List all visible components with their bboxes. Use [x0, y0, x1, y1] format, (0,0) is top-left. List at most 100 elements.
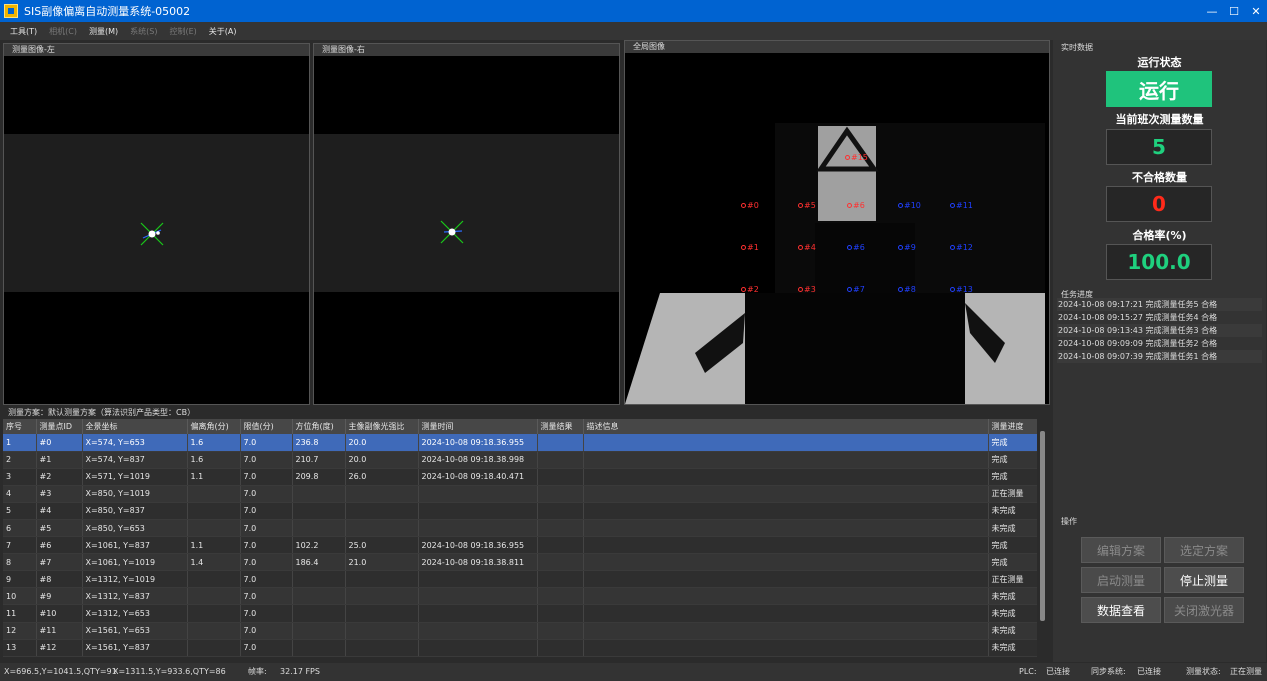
table-row[interactable]: 5 #4 X=850, Y=837 7.0 未完成	[3, 502, 1038, 520]
start-measure-button[interactable]: 启动测量	[1081, 567, 1161, 593]
point-label: #6	[853, 243, 865, 252]
point-ring-icon	[741, 245, 746, 250]
table-cell: 102.2	[292, 536, 346, 555]
table-cell	[537, 536, 584, 555]
point-ring-icon	[898, 203, 903, 208]
column-header[interactable]: 方位角(度)	[292, 419, 346, 434]
table-row[interactable]: 7 #6 X=1061, Y=837 1.1 7.0 102.2 25.0 2024-10-0…	[3, 536, 1038, 555]
table-cell	[583, 434, 989, 452]
table-row[interactable]: 8 #7 X=1061, Y=1019 1.4 7.0 186.4 21.0 2024-10-…	[3, 553, 1038, 572]
table-cell: 1.1	[187, 536, 241, 555]
point-label: #7	[853, 285, 865, 294]
menu-camera[interactable]: 相机(C)	[43, 26, 83, 37]
measure-image-right-panel: 测量图像-右	[313, 43, 620, 405]
full-image-panel: 全局图像 #0 #5 #6 #10 #11 #1 #4 #6 #9 #12 #2 #3 #7 #8 #13 #…	[624, 40, 1050, 405]
table-cell: 完成	[988, 536, 1038, 555]
stop-measure-button[interactable]: 停止测量	[1164, 567, 1244, 593]
table-cell: #12	[36, 639, 83, 657]
table-cell: 7.0	[240, 451, 293, 469]
plc-label: PLC:	[1019, 667, 1037, 676]
column-header[interactable]: 序号	[3, 419, 37, 434]
table-cell: X=1561, Y=653	[82, 622, 188, 640]
table-cell: 13	[3, 639, 37, 657]
measure-point-marker: #0	[741, 201, 759, 210]
column-header[interactable]: 测量时间	[418, 419, 538, 434]
table-cell: 2024-10-08 09:18.36.955	[418, 536, 538, 555]
table-row[interactable]: 2 #1 X=574, Y=837 1.6 7.0 210.7 20.0 2024-10-08…	[3, 451, 1038, 469]
menu-measure[interactable]: 测量(M)	[83, 26, 124, 37]
minimize-button[interactable]: —	[1201, 0, 1223, 22]
column-header[interactable]: 测量点ID	[36, 419, 83, 434]
close-laser-button[interactable]: 关闭激光器	[1164, 597, 1244, 623]
table-cell: #10	[36, 604, 83, 623]
table-row[interactable]: 10 #9 X=1312, Y=837 7.0 未完成	[3, 587, 1038, 606]
table-cell	[418, 519, 538, 538]
point-ring-icon	[798, 245, 803, 250]
measure-point-marker: #3	[798, 285, 816, 294]
table-row[interactable]: 13 #12 X=1561, Y=837 7.0 未完成	[3, 639, 1038, 657]
table-cell: X=850, Y=837	[82, 502, 188, 520]
table-cell: 2024-10-08 09:18.38.998	[418, 451, 538, 469]
point-ring-icon	[898, 245, 903, 250]
measure-point-marker: #1	[741, 243, 759, 252]
table-cell: 1.1	[187, 468, 241, 486]
table-cell: 1.6	[187, 451, 241, 469]
menu-system[interactable]: 系统(S)	[124, 26, 163, 37]
table-cell: 未完成	[988, 502, 1038, 520]
column-header[interactable]: 偏离角(分)	[187, 419, 241, 434]
table-cell: 2	[3, 451, 37, 469]
maximize-button[interactable]: ☐	[1223, 0, 1245, 22]
edit-scheme-button[interactable]: 编辑方案	[1081, 537, 1161, 563]
view-data-button[interactable]: 数据查看	[1081, 597, 1161, 623]
table-cell: 1.6	[187, 434, 241, 452]
measure-image-right-label: 测量图像-右	[314, 44, 619, 56]
table-cell	[583, 468, 989, 486]
run-state-title: 运行状态	[1137, 56, 1182, 69]
column-header[interactable]: 测量进度	[988, 419, 1038, 434]
realtime-section-label: 实时数据	[1061, 43, 1093, 52]
table-cell	[292, 604, 346, 623]
measure-point-marker: #9	[898, 243, 916, 252]
fail-title: 不合格数量	[1132, 171, 1187, 184]
table-cell	[537, 519, 584, 538]
column-header[interactable]: 全景坐标	[82, 419, 188, 434]
table-cell	[418, 604, 538, 623]
table-cell: #4	[36, 502, 83, 520]
table-cell	[187, 622, 241, 640]
table-row[interactable]: 9 #8 X=1312, Y=1019 7.0 正在测量	[3, 570, 1038, 589]
table-cell: X=1312, Y=653	[82, 604, 188, 623]
table-cell: #7	[36, 553, 83, 572]
scheme-info: 测量方案：默认测量方案（算法识别产品类型：CB）	[0, 406, 1050, 419]
table-row[interactable]: 6 #5 X=850, Y=653 7.0 未完成	[3, 519, 1038, 538]
table-cell: 236.8	[292, 434, 346, 452]
table-row[interactable]: 3 #2 X=571, Y=1019 1.1 7.0 209.8 26.0 2024-10-0…	[3, 468, 1038, 486]
column-header[interactable]: 描述信息	[583, 419, 989, 434]
select-scheme-button[interactable]: 选定方案	[1164, 537, 1244, 563]
log-item: 2024-10-08 09:15:27 完成测量任务4 合格	[1058, 313, 1218, 322]
table-row[interactable]: 1 #0 X=574, Y=653 1.6 7.0 236.8 20.0 2024-10-08…	[3, 434, 1038, 452]
menu-tools[interactable]: 工具(T)	[4, 26, 43, 37]
measure-point-marker: #5	[798, 201, 816, 210]
column-header[interactable]: 限值(分)	[240, 419, 293, 434]
crosshair-left-icon	[140, 222, 164, 246]
close-button[interactable]: ✕	[1245, 0, 1267, 22]
table-cell	[583, 451, 989, 469]
table-cell: #0	[36, 434, 83, 452]
column-header[interactable]: 主像副像光强比	[345, 419, 419, 434]
fps-value: 32.17 FPS	[280, 667, 320, 676]
point-ring-icon	[845, 155, 850, 160]
table-row[interactable]: 4 #3 X=850, Y=1019 7.0 正在测量	[3, 485, 1038, 503]
table-row[interactable]: 12 #11 X=1561, Y=653 7.0 未完成	[3, 622, 1038, 640]
menu-about[interactable]: 关于(A)	[203, 26, 243, 37]
menu-control[interactable]: 控制(E)	[163, 26, 202, 37]
table-cell	[583, 622, 989, 640]
table-row[interactable]: 11 #10 X=1312, Y=653 7.0 未完成	[3, 604, 1038, 623]
table-cell: 未完成	[988, 604, 1038, 623]
point-label: #1	[747, 243, 759, 252]
table-scrollbar[interactable]	[1037, 419, 1049, 661]
table-scroll-thumb[interactable]	[1040, 431, 1045, 621]
column-header[interactable]: 测量结果	[537, 419, 584, 434]
table-cell: 6	[3, 519, 37, 538]
crosshair-right-icon	[440, 220, 464, 244]
table-cell: 7.0	[240, 519, 293, 538]
